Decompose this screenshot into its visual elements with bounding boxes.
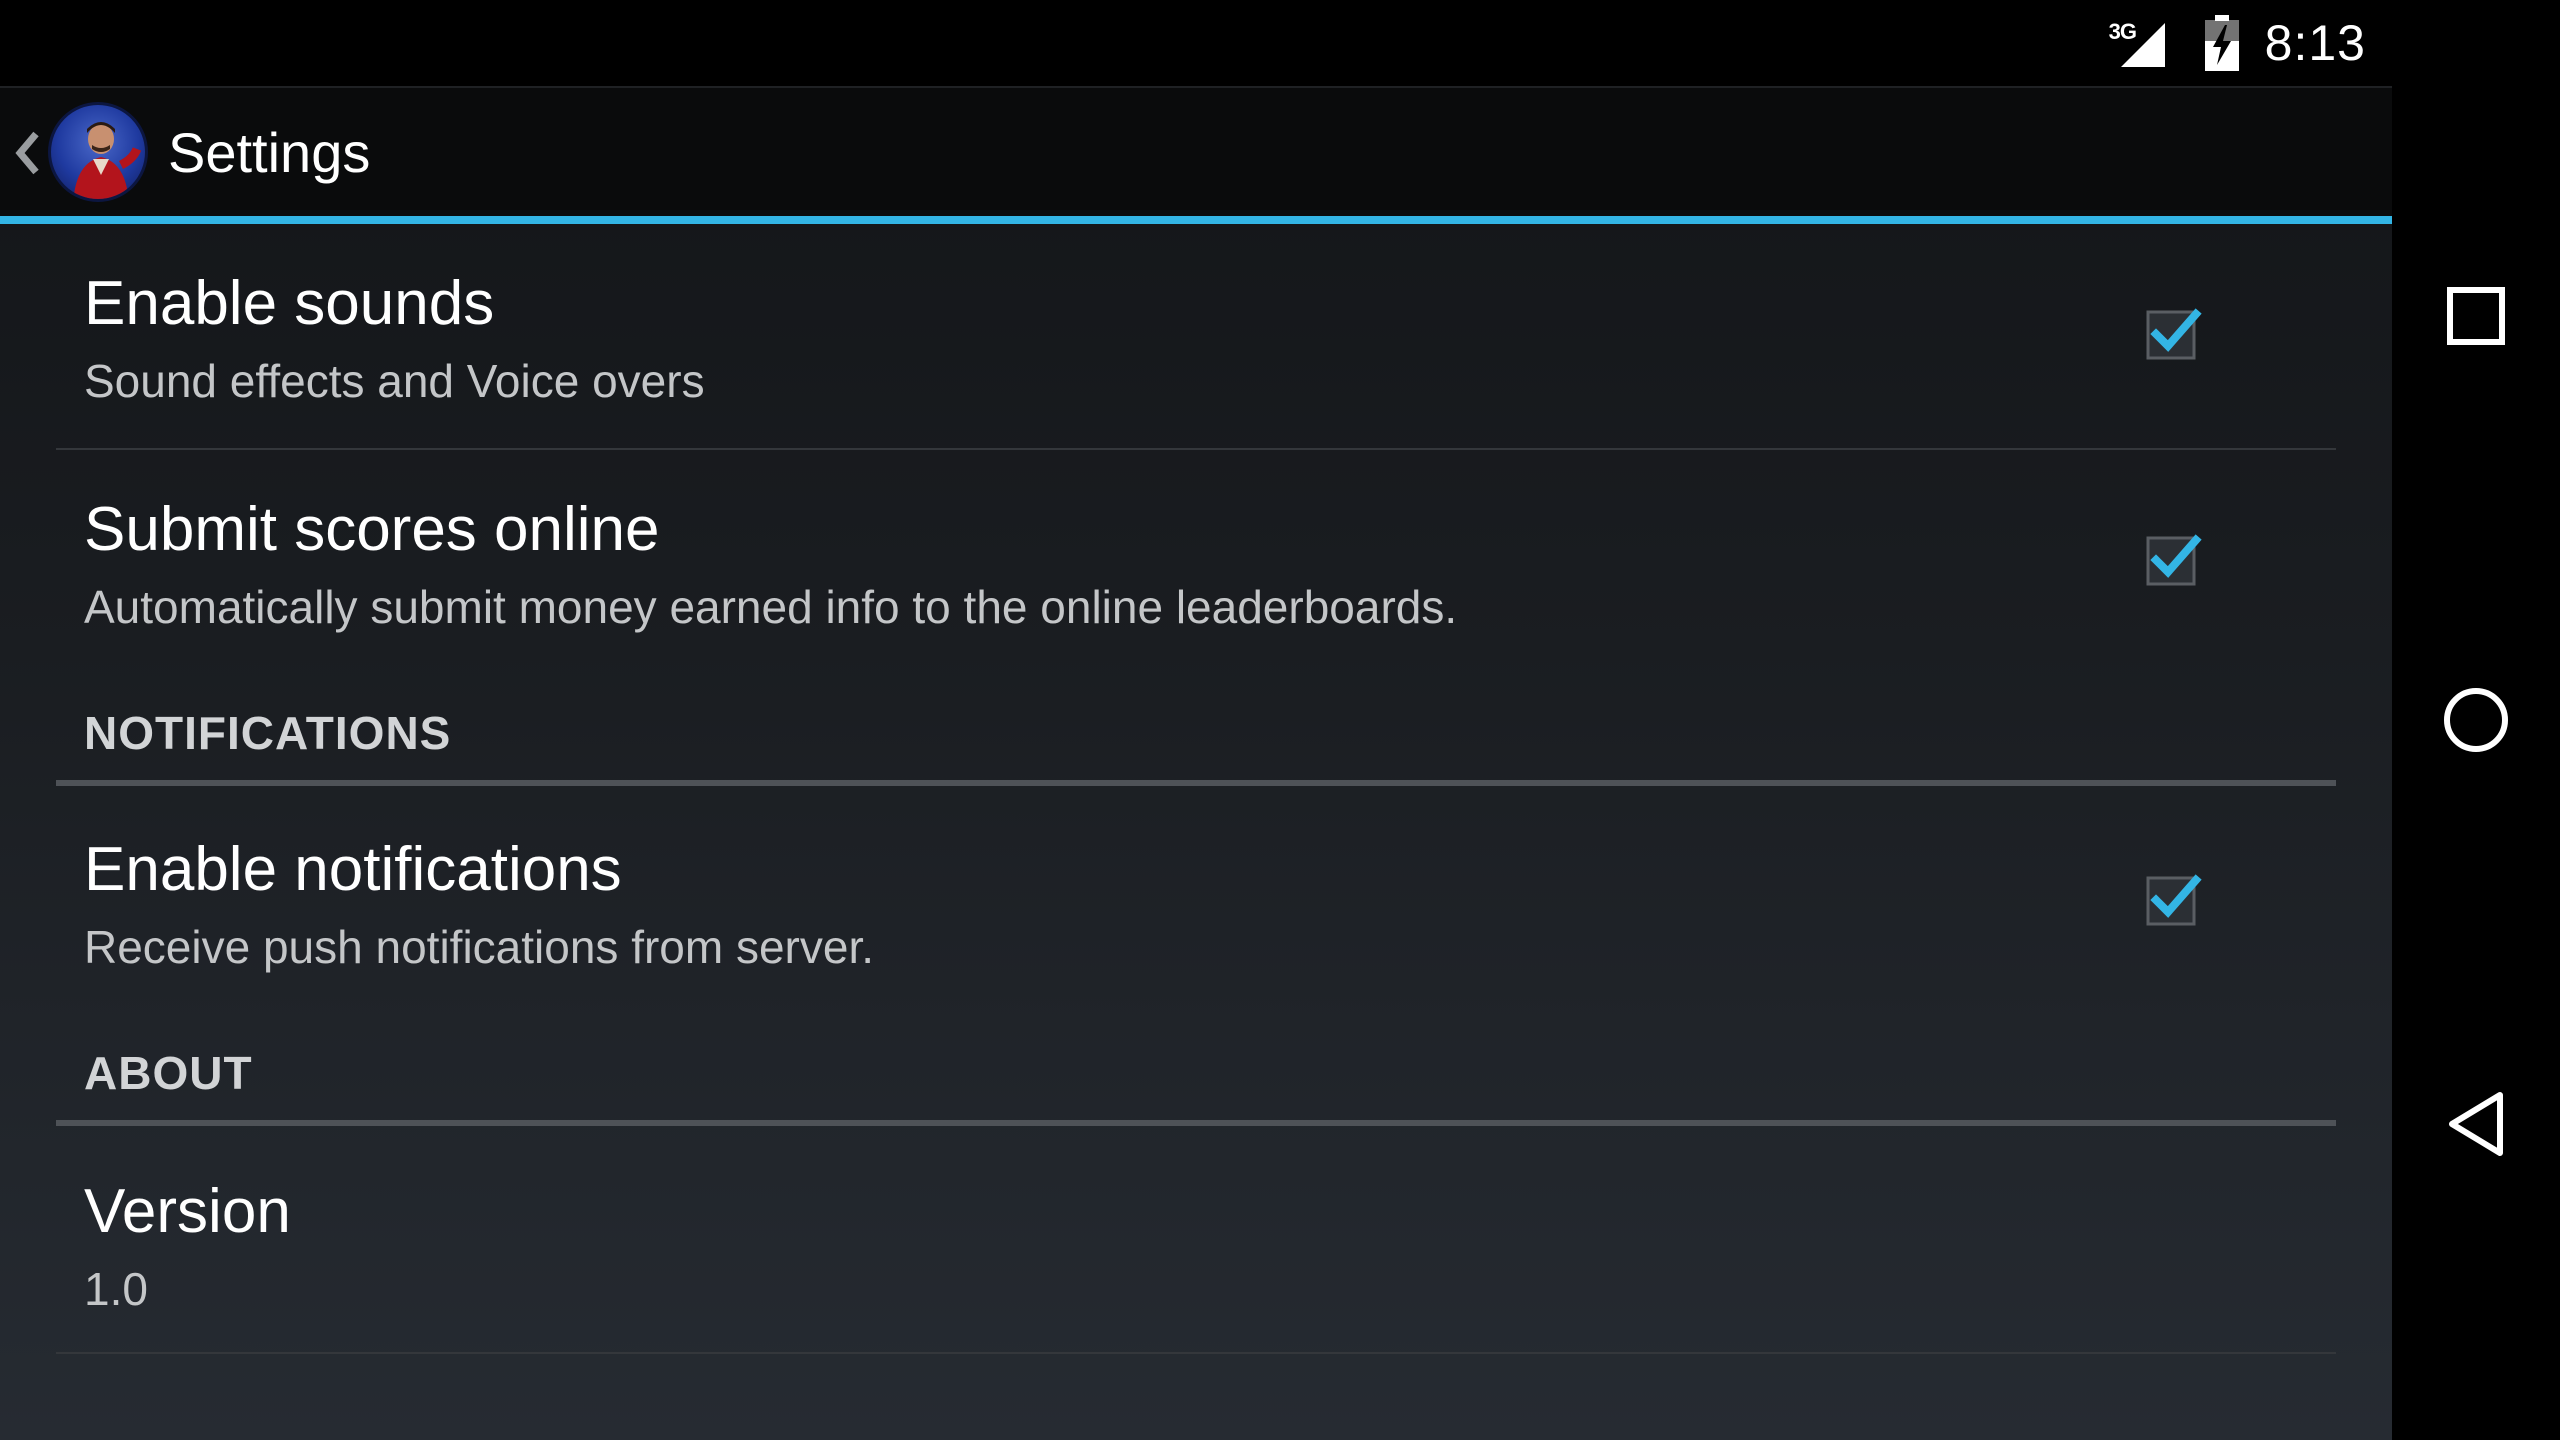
section-header-about: ABOUT bbox=[84, 1047, 253, 1099]
screen: 3G 8:13 Settings Enable sounds Sound eff… bbox=[0, 0, 2560, 1440]
status-bar: 3G 8:13 bbox=[0, 0, 2392, 86]
avatar-figure-icon bbox=[73, 122, 142, 199]
pref-title: Enable sounds bbox=[84, 269, 495, 338]
network-type-label: 3G bbox=[2108, 19, 2137, 44]
action-bar: Settings bbox=[0, 86, 2392, 218]
pref-submit-scores-online[interactable]: Submit scores online Automatically submi… bbox=[56, 450, 2336, 672]
pref-summary: Sound effects and Voice overs bbox=[84, 355, 705, 407]
pref-enable-notifications[interactable]: Enable notifications Receive push notifi… bbox=[56, 788, 2336, 1010]
home-icon bbox=[2444, 688, 2508, 752]
back-icon bbox=[2449, 1092, 2503, 1156]
pref-title: Enable notifications bbox=[84, 835, 622, 904]
pref-enable-sounds[interactable]: Enable sounds Sound effects and Voice ov… bbox=[56, 226, 2336, 448]
section-divider bbox=[56, 780, 2336, 786]
navigation-bar bbox=[2392, 0, 2560, 1440]
enable-sounds-checkbox[interactable] bbox=[2146, 304, 2202, 360]
recent-apps-icon bbox=[2447, 287, 2505, 345]
pref-summary: Receive push notifications from server. bbox=[84, 921, 875, 973]
up-navigation-button[interactable] bbox=[0, 88, 170, 218]
battery-charging-icon bbox=[2204, 15, 2239, 71]
clock: 8:13 bbox=[2264, 15, 2366, 71]
pref-summary: Automatically submit money earned info t… bbox=[84, 581, 1458, 633]
app-window: 3G 8:13 Settings Enable sounds Sound eff… bbox=[0, 0, 2392, 1440]
section-header-notifications: NOTIFICATIONS bbox=[84, 707, 452, 759]
pref-version[interactable]: Version 1.0 bbox=[56, 1128, 2336, 1350]
page-title: Settings bbox=[168, 121, 371, 184]
action-bar-accent-line bbox=[0, 216, 2392, 224]
app-icon bbox=[48, 102, 148, 202]
back-button[interactable] bbox=[2436, 1084, 2516, 1164]
recent-apps-button[interactable] bbox=[2436, 276, 2516, 356]
home-button[interactable] bbox=[2436, 680, 2516, 760]
status-icons: 3G 8:13 bbox=[2107, 0, 2366, 86]
pref-title: Submit scores online bbox=[84, 495, 660, 564]
submit-scores-checkbox[interactable] bbox=[2146, 530, 2202, 586]
caret-left-icon bbox=[15, 131, 39, 175]
signal-indicator: 3G bbox=[2107, 17, 2169, 69]
pref-title: Version bbox=[84, 1177, 291, 1246]
version-value: 1.0 bbox=[84, 1263, 148, 1315]
enable-notifications-checkbox[interactable] bbox=[2146, 870, 2202, 926]
divider bbox=[56, 1352, 2336, 1354]
section-divider bbox=[56, 1120, 2336, 1126]
